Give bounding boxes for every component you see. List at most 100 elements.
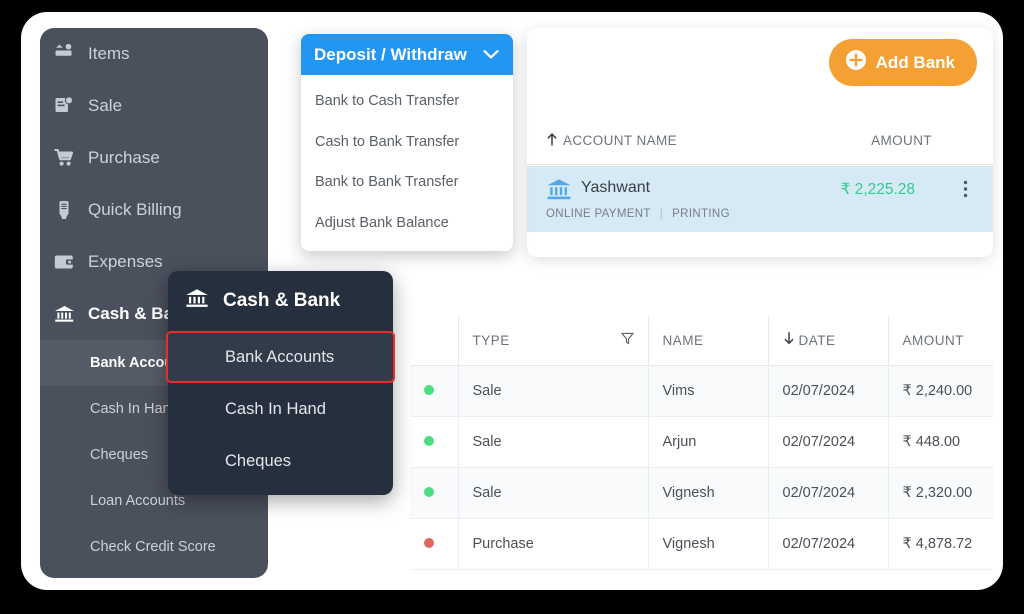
table-row[interactable]: Sale Vignesh 02/07/2024 ₹ 2,320.00: [410, 467, 993, 519]
context-menu-item-bank-accounts[interactable]: Bank Accounts: [166, 331, 395, 383]
th-type-label: TYPE: [472, 332, 510, 348]
cash-and-bank-context-menu: Cash & Bank Bank Accounts Cash In Hand C…: [166, 271, 395, 495]
sidebar-item-label: Expenses: [88, 252, 163, 271]
cell-amount: ₹ 2,320.00: [888, 467, 993, 519]
sidebar-item-quick-billing[interactable]: Quick Billing: [40, 184, 268, 236]
cell-amount: ₹ 448.00: [888, 416, 993, 468]
th-date-label: DATE: [798, 332, 836, 348]
cell-name: Arjun: [648, 416, 769, 468]
status-dot: [424, 435, 434, 446]
table-header-row: TYPE NAME DATE AMOUNT: [410, 316, 993, 366]
account-name: Yashwant: [581, 179, 651, 196]
bank-icon: [546, 178, 572, 207]
sidebar-subitem-label: Loan Accounts: [90, 493, 186, 509]
menu-item-label: Bank to Bank Transfer: [315, 174, 459, 191]
cell-status: [410, 467, 459, 519]
context-menu-item-cash-in-hand[interactable]: Cash In Hand: [168, 383, 393, 435]
bank-icon: [185, 288, 209, 315]
tag-separator: |: [659, 208, 664, 220]
account-tag: ONLINE PAYMENT: [546, 208, 651, 220]
cell-status: [410, 518, 459, 570]
sidebar-subitem-label: Check Credit Score: [90, 539, 216, 555]
th-type[interactable]: TYPE: [458, 316, 649, 366]
accounts-panel: Add Bank ACCOUNT NAME AMOUNT Yashwant ₹ …: [527, 28, 993, 257]
add-bank-label: Add Bank: [875, 52, 955, 72]
sort-asc-icon: [546, 132, 558, 149]
plus-circle-icon: [845, 49, 867, 76]
bank-icon: [54, 305, 88, 323]
status-dot: [424, 537, 434, 548]
cell-date: 02/07/2024: [768, 467, 889, 519]
account-row[interactable]: Yashwant ₹ 2,225.28 ONLINE PAYMENT | PRI…: [527, 166, 993, 232]
cell-date: 02/07/2024: [768, 518, 889, 570]
menu-item-label: Bank to Cash Transfer: [315, 93, 460, 110]
cell-type: Sale: [458, 416, 649, 468]
sidebar-item-label: Sale: [88, 96, 123, 115]
cell-date: 02/07/2024: [768, 416, 889, 468]
deposit-withdraw-dropdown: Deposit / Withdraw Bank to Cash Transfer…: [301, 34, 513, 251]
context-menu-item-label: Cheques: [225, 451, 292, 470]
th-name[interactable]: NAME: [648, 316, 769, 366]
menu-item-adjust-bank-balance[interactable]: Adjust Bank Balance: [301, 203, 513, 244]
cart-icon: [54, 148, 88, 168]
filter-icon[interactable]: [620, 332, 634, 348]
sidebar-subitem-check-credit-score[interactable]: Check Credit Score: [40, 524, 268, 570]
cell-amount: ₹ 4,878.72: [888, 518, 993, 570]
menu-item-bank-to-bank-transfer[interactable]: Bank to Bank Transfer: [301, 162, 513, 203]
cell-type: Sale: [458, 467, 649, 519]
chevron-down-icon: [483, 45, 499, 65]
accounts-header-name-label: ACCOUNT NAME: [563, 133, 678, 148]
menu-item-bank-to-cash-transfer[interactable]: Bank to Cash Transfer: [301, 81, 513, 122]
sidebar-subitem-label: Cash In Hand: [90, 401, 179, 417]
menu-item-cash-to-bank-transfer[interactable]: Cash to Bank Transfer: [301, 122, 513, 163]
more-vertical-icon[interactable]: [963, 180, 968, 203]
account-tags: ONLINE PAYMENT | PRINTING: [546, 208, 730, 220]
context-menu-title: Cash & Bank: [168, 271, 393, 331]
context-menu-item-cheques[interactable]: Cheques: [168, 435, 393, 487]
sidebar-item-purchase[interactable]: Purchase: [40, 132, 268, 184]
account-tag: PRINTING: [672, 208, 730, 220]
cell-name: Vignesh: [648, 467, 769, 519]
cell-date: 02/07/2024: [768, 365, 889, 417]
add-bank-button[interactable]: Add Bank: [828, 39, 977, 86]
sort-desc-icon: [783, 332, 795, 348]
items-icon: [54, 44, 88, 64]
cell-status: [410, 365, 459, 417]
sidebar-item-label: Quick Billing: [88, 200, 182, 219]
account-amount: ₹ 2,225.28: [840, 181, 915, 198]
sidebar-item-sale[interactable]: Sale: [40, 80, 268, 132]
transactions-table: TYPE NAME DATE AMOUNT Sale Vims 02/07/20…: [410, 316, 993, 573]
th-name-label: NAME: [662, 332, 704, 348]
cell-type: Sale: [458, 365, 649, 417]
accounts-header-row: ACCOUNT NAME AMOUNT: [527, 117, 993, 165]
deposit-withdraw-toggle[interactable]: Deposit / Withdraw: [301, 34, 513, 75]
status-dot: [424, 384, 434, 395]
deposit-withdraw-menu: Bank to Cash Transfer Cash to Bank Trans…: [301, 75, 513, 251]
menu-item-label: Cash to Bank Transfer: [315, 133, 460, 150]
cell-type: Purchase: [458, 518, 649, 570]
menu-item-label: Adjust Bank Balance: [315, 214, 449, 231]
context-menu-item-label: Bank Accounts: [225, 347, 335, 366]
table-row[interactable]: Sale Arjun 02/07/2024 ₹ 448.00: [410, 416, 993, 468]
table-row[interactable]: Sale Vims 02/07/2024 ₹ 2,240.00: [410, 365, 993, 417]
cell-status: [410, 416, 459, 468]
sidebar-item-label: Items: [88, 44, 130, 63]
context-menu-item-label: Cash In Hand: [225, 399, 326, 418]
cell-name: Vignesh: [648, 518, 769, 570]
sidebar-item-label: Purchase: [88, 148, 160, 167]
sidebar-item-items[interactable]: Items: [40, 28, 268, 80]
table-row[interactable]: Purchase Vignesh 02/07/2024 ₹ 4,878.72: [410, 518, 993, 570]
th-amount-label: AMOUNT: [902, 332, 964, 348]
th-amount[interactable]: AMOUNT: [888, 316, 993, 366]
cell-name: Vims: [648, 365, 769, 417]
cell-amount: ₹ 2,240.00: [888, 365, 993, 417]
th-status: [410, 316, 459, 366]
app-root: Items Sale Purchase Quick Billing Expens…: [0, 0, 1024, 614]
accounts-header-amount: AMOUNT: [871, 133, 932, 148]
status-dot: [424, 486, 434, 497]
th-date[interactable]: DATE: [768, 316, 889, 366]
sidebar-subitem-label: Cheques: [90, 447, 149, 463]
accounts-header-name[interactable]: ACCOUNT NAME: [527, 132, 677, 149]
deposit-withdraw-label: Deposit / Withdraw: [314, 44, 467, 64]
wallet-icon: [54, 253, 88, 271]
